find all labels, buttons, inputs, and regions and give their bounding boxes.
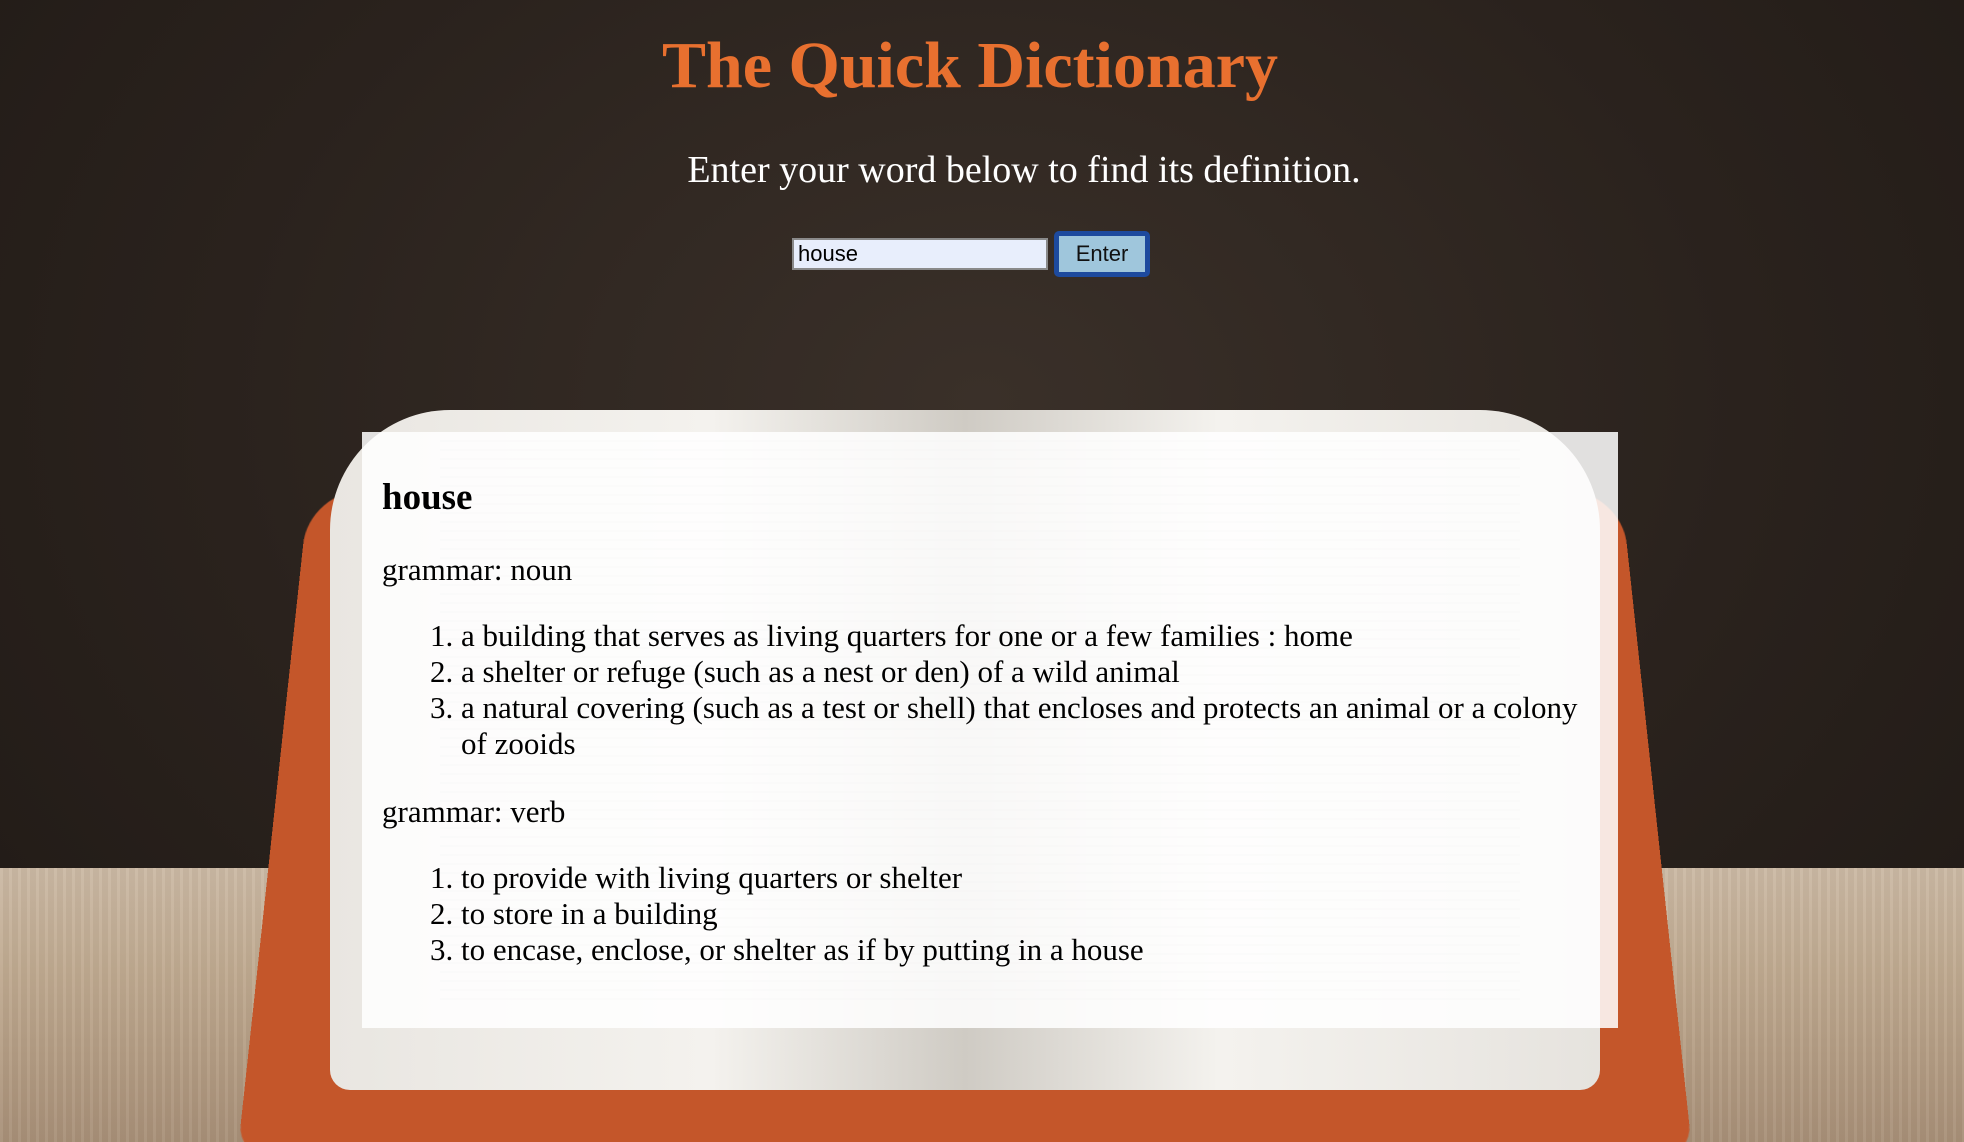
definition-item: a building that serves as living quarter… (461, 618, 1598, 654)
definition-item: to provide with living quarters or shelt… (461, 860, 1598, 896)
search-form: Enter (792, 231, 1150, 277)
definition-item: a natural covering (such as a test or sh… (461, 690, 1598, 762)
definition-list: to provide with living quarters or shelt… (382, 860, 1598, 968)
definition-item: to store in a building (461, 896, 1598, 932)
page-title: The Quick Dictionary (661, 29, 1278, 102)
search-input[interactable] (792, 238, 1048, 270)
definition-list: a building that serves as living quarter… (382, 618, 1598, 762)
grammar-label: grammar: verb (382, 794, 566, 829)
definition-item: a shelter or refuge (such as a nest or d… (461, 654, 1598, 690)
page-subtitle: Enter your word below to find its defini… (687, 149, 1361, 191)
definition-panel: house grammar: noun a building that serv… (362, 432, 1618, 1028)
result-word: house (382, 477, 473, 518)
enter-button[interactable]: Enter (1054, 231, 1150, 277)
definition-item: to encase, enclose, or shelter as if by … (461, 932, 1598, 968)
grammar-label: grammar: noun (382, 552, 573, 587)
